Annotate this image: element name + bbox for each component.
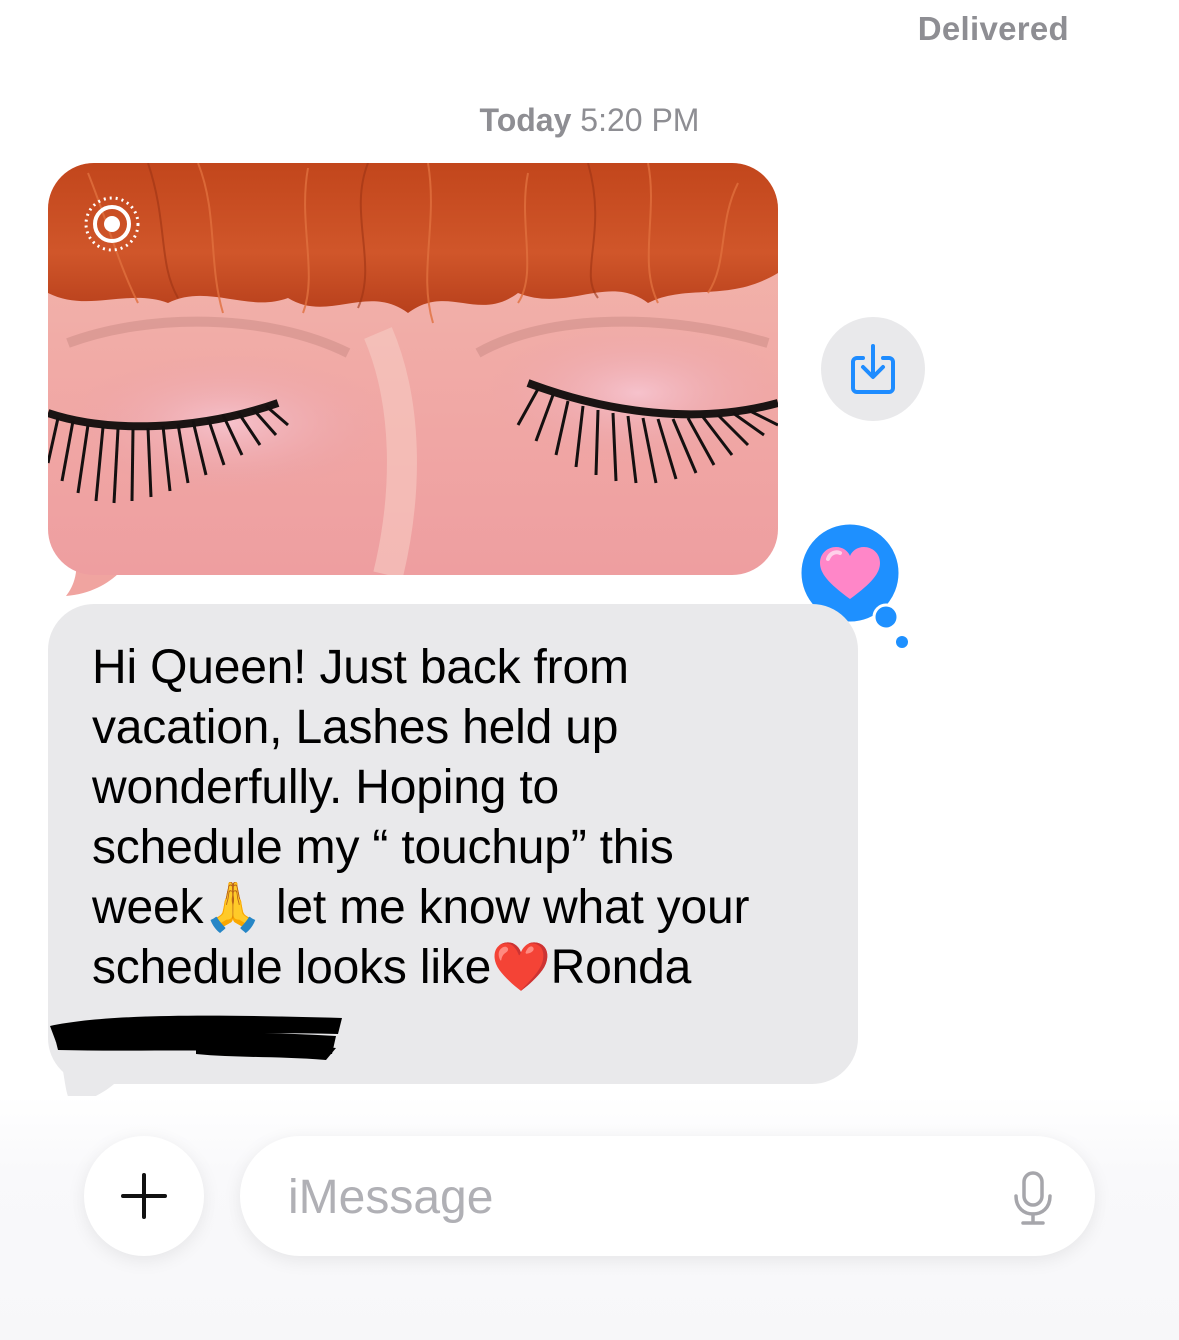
sent-bubble-tail-edge (1077, 0, 1117, 12)
delivered-status: Delivered (917, 10, 1069, 47)
message-timestamp: Today 5:20 PM (0, 102, 1179, 139)
imessage-input[interactable]: iMessage (240, 1136, 1095, 1256)
timestamp-day: Today (479, 102, 572, 138)
plus-icon (121, 1173, 167, 1219)
live-photo-icon (84, 196, 140, 252)
microphone-icon[interactable] (1009, 1170, 1057, 1226)
save-photo-button[interactable] (821, 317, 925, 421)
message-text: Hi Queen! Just back from vacation, Lashe… (92, 641, 750, 994)
eyelash-photo (48, 163, 778, 575)
incoming-photo-message[interactable] (48, 163, 778, 575)
timestamp-time: 5:20 PM (580, 102, 700, 138)
imessage-placeholder: iMessage (288, 1171, 494, 1224)
redacted-scribble (50, 1015, 342, 1060)
add-attachment-button[interactable] (84, 1136, 204, 1256)
download-icon (851, 344, 895, 394)
